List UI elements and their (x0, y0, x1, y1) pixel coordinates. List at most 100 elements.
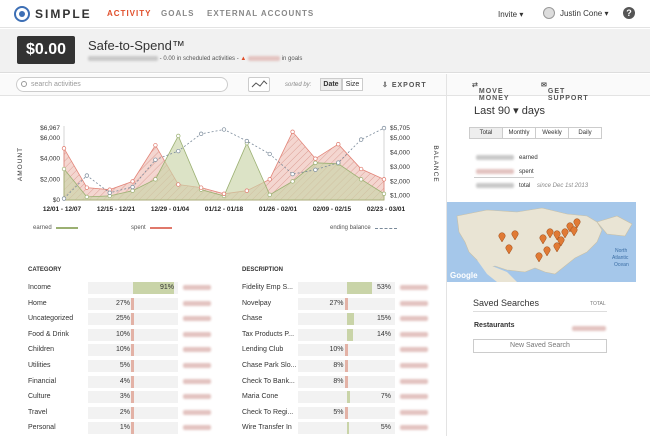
percent-fill (346, 328, 354, 341)
table-row-label[interactable]: Utilities (28, 360, 51, 372)
spent-point[interactable] (381, 177, 387, 182)
earned-point[interactable] (176, 133, 181, 139)
earned-point[interactable] (290, 179, 295, 184)
balance-point[interactable] (176, 148, 181, 154)
table-row-label[interactable]: Maria Cone (242, 391, 278, 403)
balance-point[interactable] (336, 160, 341, 165)
spent-point[interactable] (130, 179, 135, 184)
balance-point[interactable] (61, 196, 67, 201)
balance-point[interactable] (358, 137, 364, 142)
earned-point[interactable] (84, 194, 90, 200)
get-support-button[interactable]: ✉ GET SUPPORT (541, 81, 588, 102)
balance-point[interactable] (153, 157, 158, 162)
nav-goals[interactable]: GOALS (161, 9, 194, 18)
spent-point[interactable] (336, 142, 341, 147)
earned-point[interactable] (358, 177, 364, 182)
spent-point[interactable] (313, 156, 318, 161)
balance-point[interactable] (313, 167, 318, 172)
spent-point[interactable] (221, 191, 227, 196)
table-row-label[interactable]: Personal (28, 422, 56, 434)
sort-size-button[interactable]: Size (342, 78, 363, 91)
table-row-label[interactable]: Chase Park Slo... (242, 360, 296, 372)
export-icon: ⇩ (382, 82, 392, 89)
segment-daily[interactable]: Daily (568, 127, 602, 139)
percent-fill (131, 391, 134, 404)
move-money-button[interactable]: ⇄ MOVE MONEY (472, 81, 509, 102)
table-row-label[interactable]: Tax Products P... (242, 329, 294, 341)
spent-point[interactable] (84, 185, 90, 190)
earned-point[interactable] (61, 166, 67, 172)
x-tick-label: 02/09 - 02/15 (313, 206, 352, 213)
table-row-label[interactable]: Travel (28, 407, 47, 419)
spent-point[interactable] (358, 166, 364, 172)
spent-point[interactable] (267, 177, 272, 182)
line-chart-icon (251, 80, 268, 88)
table-row-label[interactable]: Lending Club (242, 344, 283, 356)
period-selector[interactable]: Last 90 ▾ days (474, 104, 545, 117)
chart-toggle-button[interactable] (248, 77, 270, 92)
spent-point[interactable] (244, 188, 250, 193)
table-row-label[interactable]: Chase (242, 313, 262, 325)
segment-weekly[interactable]: Weekly (535, 127, 569, 139)
amount-blurred (400, 285, 428, 290)
table-row-label[interactable]: Novelpay (242, 298, 271, 310)
earned-point[interactable] (313, 160, 318, 165)
search-input[interactable]: search activities (16, 77, 228, 92)
nav-activity[interactable]: ACTIVITY (107, 9, 151, 18)
amount-blurred (183, 409, 211, 415)
sort-date-button[interactable]: Date (320, 78, 342, 91)
balance-point[interactable] (244, 138, 250, 144)
spent-point[interactable] (290, 129, 295, 134)
brand-logo[interactable]: SIMPLE (14, 6, 92, 22)
earned-point[interactable] (153, 177, 158, 182)
export-button[interactable]: ⇩ EXPORT (382, 81, 427, 89)
balance-point[interactable] (130, 184, 135, 190)
percent-label: 5% (333, 408, 344, 416)
spending-map[interactable]: Google North Atlantic Ocean (447, 202, 636, 282)
spent-point[interactable] (61, 146, 67, 151)
table-row-label[interactable]: Income (28, 282, 51, 294)
table-row-label[interactable]: Financial (28, 376, 56, 388)
balance-point[interactable] (107, 190, 112, 195)
balance-point[interactable] (221, 127, 227, 132)
table-row-label[interactable]: Food & Drink (28, 329, 69, 341)
help-icon[interactable]: ? (623, 7, 635, 19)
earned-point[interactable] (267, 192, 272, 197)
table-row-label[interactable]: Home (28, 298, 47, 310)
table-row-label[interactable]: Uncategorized (28, 313, 73, 325)
goals-amount-blurred (248, 56, 281, 61)
chart-plot-area: $6,967 $6,000 $4,000 $2,000 $0 $5,705 $5,000 $4… (17, 125, 439, 213)
safe-to-spend-breakdown: - 0.00 in scheduled activities - ▲ in go… (88, 56, 302, 62)
spent-point[interactable] (176, 182, 181, 187)
new-saved-search-button[interactable]: New Saved Search (473, 339, 607, 353)
invite-menu[interactable]: Invite ▾ (498, 10, 523, 19)
table-row-label[interactable]: Culture (28, 391, 51, 403)
balance-point[interactable] (381, 125, 387, 131)
amount-blurred (183, 316, 211, 322)
nav-external-accounts[interactable]: EXTERNAL ACCOUNTS (207, 9, 314, 18)
amount-blurred (183, 331, 211, 337)
earned-point[interactable] (130, 188, 135, 193)
table-row-label[interactable]: Wire Transfer In (242, 422, 292, 434)
balance-point[interactable] (84, 173, 90, 178)
x-tick-label: 12/01 - 12/07 (43, 206, 82, 213)
percent-label: 53% (376, 284, 391, 291)
balance-point[interactable] (267, 151, 272, 157)
segment-monthly[interactable]: Monthly (502, 127, 536, 139)
table-row-label[interactable]: Check To Bank... (242, 376, 295, 388)
percent-label: 27% (329, 299, 344, 307)
spent-point[interactable] (153, 143, 158, 148)
segment-total[interactable]: Total (469, 127, 503, 139)
map-label-atlantic: Atlantic (612, 255, 629, 261)
balance-point[interactable] (198, 131, 204, 136)
table-row-bar: 27% (88, 297, 178, 310)
table-row-label[interactable]: Children (28, 344, 54, 356)
activity-toolbar: search activities sorted by: Date Size ⇩… (0, 74, 446, 96)
spent-point[interactable] (198, 185, 204, 190)
earned-point[interactable] (381, 191, 387, 196)
balance-point[interactable] (290, 171, 295, 177)
table-row-label[interactable]: Fidelity Emp S... (242, 282, 293, 294)
saved-search-restaurants[interactable]: Restaurants (474, 322, 514, 329)
user-menu[interactable]: Justin Cone ▾ (543, 7, 608, 19)
table-row-label[interactable]: Check To Regi... (242, 407, 293, 419)
